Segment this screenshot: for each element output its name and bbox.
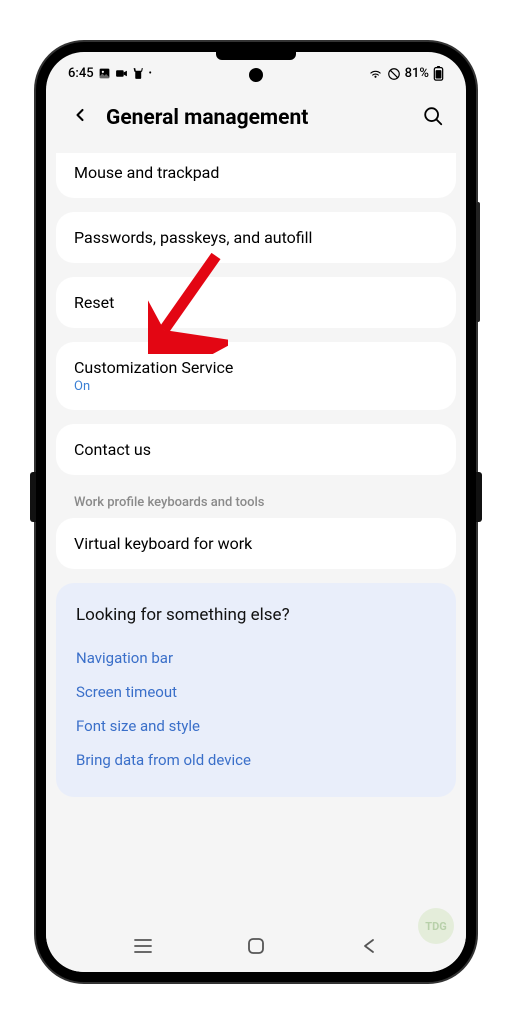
suggestion-title: Looking for something else?	[76, 605, 436, 625]
setting-customization-service[interactable]: Customization Service On	[56, 342, 456, 410]
list-group: Virtual keyboard for work	[56, 518, 456, 569]
list-group: Contact us	[56, 424, 456, 475]
suggestion-card: Looking for something else? Navigation b…	[56, 583, 456, 797]
setting-label: Customization Service	[74, 358, 438, 377]
system-nav-bar	[46, 924, 466, 972]
battery-percent: 81%	[405, 66, 429, 81]
shopping-icon	[132, 67, 145, 80]
speaker-notch	[216, 52, 296, 60]
no-signal-icon	[387, 67, 401, 81]
gallery-icon	[98, 67, 111, 80]
section-header-work: Work profile keyboards and tools	[56, 489, 456, 518]
setting-contact-us[interactable]: Contact us	[56, 424, 456, 475]
header: General management	[46, 87, 466, 153]
list-group: Mouse and trackpad	[56, 153, 456, 198]
setting-mouse-trackpad[interactable]: Mouse and trackpad	[56, 153, 456, 198]
hinge-right	[476, 472, 482, 522]
status-right: 81%	[368, 66, 444, 81]
battery-icon	[433, 66, 444, 81]
setting-passwords-autofill[interactable]: Passwords, passkeys, and autofill	[56, 212, 456, 263]
list-group: Passwords, passkeys, and autofill	[56, 212, 456, 263]
hinge-left	[30, 472, 36, 522]
wifi-icon	[368, 67, 383, 80]
content-scroll[interactable]: Mouse and trackpad Passwords, passkeys, …	[46, 153, 466, 924]
nav-back-button[interactable]	[356, 936, 382, 956]
suggestion-link-bring-data[interactable]: Bring data from old device	[76, 743, 436, 777]
video-icon	[115, 67, 128, 80]
screen: 6:45 • 81%	[46, 52, 466, 972]
setting-status: On	[74, 379, 438, 394]
status-left: 6:45 •	[68, 66, 152, 81]
phone-frame: 6:45 • 81%	[36, 42, 476, 982]
nav-recents-button[interactable]	[130, 936, 156, 956]
search-button[interactable]	[418, 101, 448, 135]
setting-reset[interactable]: Reset	[56, 277, 456, 328]
setting-virtual-keyboard-work[interactable]: Virtual keyboard for work	[56, 518, 456, 569]
suggestion-link-screen-timeout[interactable]: Screen timeout	[76, 675, 436, 709]
suggestion-link-font-size[interactable]: Font size and style	[76, 709, 436, 743]
status-dot: •	[149, 69, 152, 79]
list-group: Reset	[56, 277, 456, 328]
nav-home-button[interactable]	[243, 936, 269, 956]
page-title: General management	[106, 106, 408, 130]
watermark-badge: TDG	[418, 908, 454, 944]
list-group: Customization Service On	[56, 342, 456, 410]
suggestion-link-navigation-bar[interactable]: Navigation bar	[76, 641, 436, 675]
status-time: 6:45	[68, 66, 94, 81]
front-camera	[249, 68, 263, 82]
back-button[interactable]	[64, 101, 96, 135]
